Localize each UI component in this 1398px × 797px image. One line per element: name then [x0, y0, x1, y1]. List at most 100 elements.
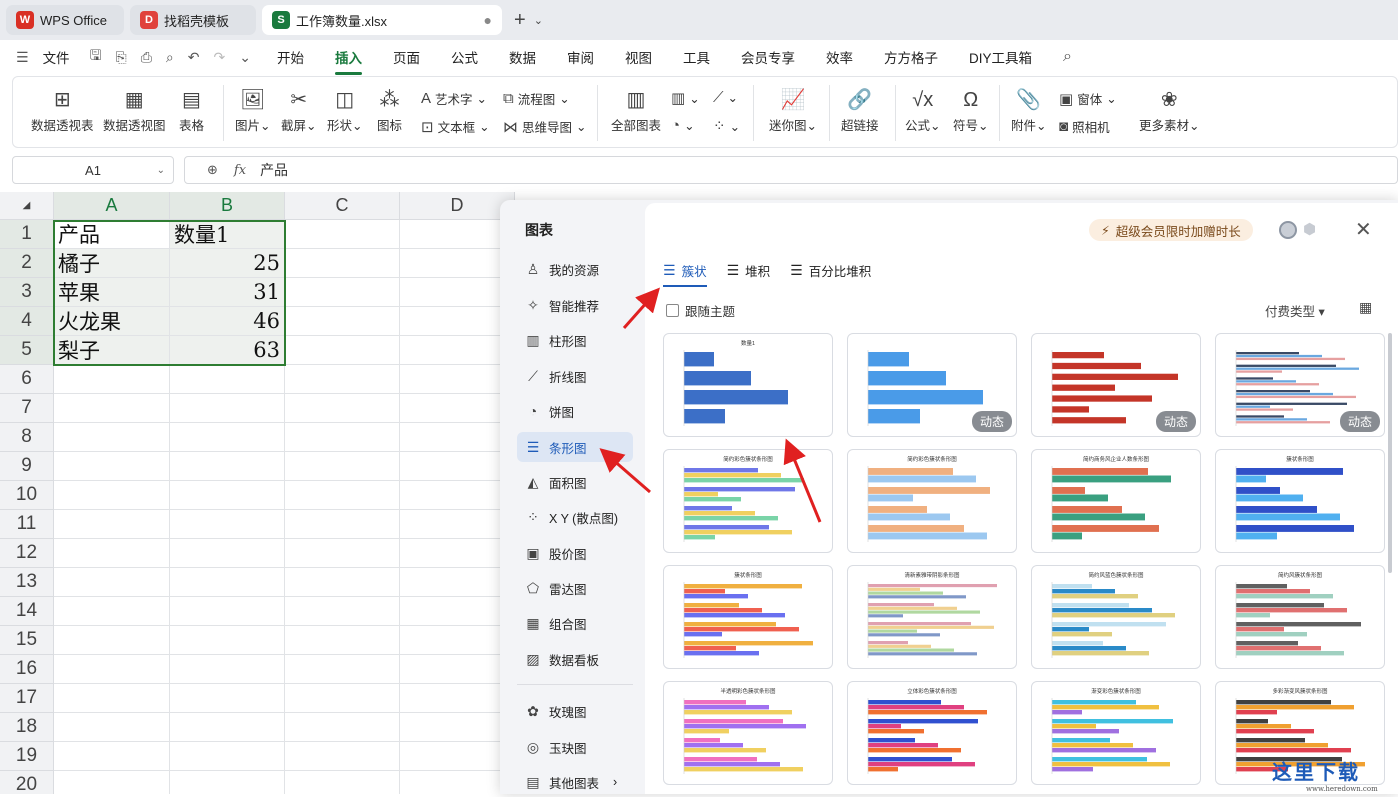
cell[interactable] — [54, 510, 170, 539]
category-item[interactable]: ▨ 数据看板 — [517, 644, 633, 674]
pie-chart-dropdown[interactable]: ◔ ⌄ — [671, 117, 695, 134]
category-item[interactable]: ♙ 我的资源 — [517, 254, 633, 284]
row-header[interactable]: 14 — [0, 597, 54, 626]
cell[interactable] — [170, 539, 285, 568]
cell[interactable]: 橘子 — [54, 249, 170, 278]
cell[interactable] — [54, 568, 170, 597]
cell[interactable] — [285, 394, 400, 423]
cell[interactable] — [54, 394, 170, 423]
tab-wps-office[interactable]: W WPS Office — [6, 5, 124, 35]
chart-template-thumb[interactable]: 半透明彩色簇状条形图 — [663, 681, 833, 785]
chart-template-thumb[interactable]: 动态 — [1031, 333, 1201, 437]
cell[interactable] — [170, 684, 285, 713]
tab-stacked[interactable]: ☰ 堆积 — [727, 261, 771, 280]
cell[interactable] — [285, 684, 400, 713]
follow-theme-checkbox[interactable]: 跟随主题 — [666, 301, 735, 320]
chart-template-thumb[interactable]: 简约风蓝色簇状条形图 — [1031, 565, 1201, 669]
pivot-table-button[interactable]: ⊞ 数据透视表 — [31, 85, 94, 134]
search-icon[interactable]: ⌕ — [1063, 48, 1072, 66]
cell[interactable] — [170, 423, 285, 452]
promo-badge[interactable]: ⚡ 超级会员限时加赠时长 — [1089, 219, 1253, 241]
cell[interactable]: 25 — [170, 249, 285, 278]
row-header[interactable]: 10 — [0, 481, 54, 510]
menu-tools[interactable]: 工具 — [683, 47, 710, 67]
avatar[interactable] — [1279, 221, 1297, 239]
attachment-button[interactable]: 📎 附件⌄ — [1011, 85, 1047, 134]
menu-data[interactable]: 数据 — [509, 47, 536, 67]
unsaved-dot-icon[interactable]: ● — [484, 12, 492, 28]
cell[interactable] — [400, 365, 515, 394]
cell[interactable] — [400, 481, 515, 510]
scatter-chart-dropdown[interactable]: ⁘ ⌄ — [713, 117, 740, 135]
cell[interactable] — [285, 568, 400, 597]
cell[interactable] — [285, 655, 400, 684]
formula-value[interactable]: 产品 — [260, 160, 288, 180]
column-header-c[interactable]: C — [285, 192, 400, 220]
cell[interactable]: 63 — [170, 336, 285, 365]
menu-page[interactable]: 页面 — [393, 47, 420, 67]
chart-template-thumb[interactable]: 动态 — [1215, 333, 1385, 437]
cell[interactable] — [400, 626, 515, 655]
cell[interactable] — [400, 423, 515, 452]
chart-template-thumb[interactable]: 动态 — [847, 333, 1017, 437]
tab-docer[interactable]: D 找稻壳模板 — [130, 5, 256, 35]
cell[interactable] — [285, 452, 400, 481]
cell[interactable] — [400, 452, 515, 481]
cell[interactable] — [285, 365, 400, 394]
cell[interactable] — [400, 336, 515, 365]
select-all-corner[interactable]: ◢ — [0, 192, 54, 220]
category-item[interactable]: ◔ 饼图 — [517, 396, 633, 426]
cell[interactable] — [54, 684, 170, 713]
category-item[interactable]: ✿ 玫瑰图 — [517, 696, 633, 726]
wordart-button[interactable]: A 艺术字 ⌄ — [421, 89, 487, 108]
all-charts-button[interactable]: ▥ 全部图表 — [611, 85, 661, 134]
cell[interactable] — [400, 568, 515, 597]
menu-member[interactable]: 会员专享 — [741, 47, 795, 67]
new-tab-plus-icon[interactable]: + — [514, 9, 526, 32]
screenshot-button[interactable]: ✂ 截屏⌄ — [281, 85, 317, 134]
hyperlink-button[interactable]: 🔗 超链接 — [841, 85, 879, 134]
row-header[interactable]: 11 — [0, 510, 54, 539]
chart-template-thumb[interactable]: 簇状条形图 — [1215, 449, 1385, 553]
chart-template-thumb[interactable]: 簇状条形图 — [663, 565, 833, 669]
menu-efficiency[interactable]: 效率 — [826, 47, 853, 67]
cell[interactable] — [400, 684, 515, 713]
row-header[interactable]: 2 — [0, 249, 54, 278]
mindmap-button[interactable]: ⋈ 思维导图 ⌄ — [503, 117, 587, 136]
category-item[interactable]: ◎ 玉玦图 — [517, 732, 633, 762]
row-header[interactable]: 3 — [0, 278, 54, 307]
chart-template-thumb[interactable]: 简约彩色簇状条形图 — [663, 449, 833, 553]
row-header[interactable]: 9 — [0, 452, 54, 481]
cell[interactable] — [400, 278, 515, 307]
chart-template-thumb[interactable]: 立体彩色簇状条形图 — [847, 681, 1017, 785]
row-header[interactable]: 17 — [0, 684, 54, 713]
symbol-button[interactable]: Ω 符号⌄ — [953, 85, 989, 134]
cell[interactable] — [170, 568, 285, 597]
cell[interactable]: 梨子 — [54, 336, 170, 365]
row-header[interactable]: 18 — [0, 713, 54, 742]
menu-formula[interactable]: 公式 — [451, 47, 478, 67]
row-header[interactable]: 4 — [0, 307, 54, 336]
line-chart-dropdown[interactable]: ⟋ ⌄ — [713, 89, 738, 106]
row-header[interactable]: 12 — [0, 539, 54, 568]
shape-button[interactable]: ◫ 形状⌄ — [327, 85, 363, 134]
close-icon[interactable]: ✕ — [1355, 217, 1372, 242]
cell[interactable] — [170, 771, 285, 794]
cell[interactable] — [54, 655, 170, 684]
category-item[interactable]: ▤ 其他图表 › — [517, 767, 633, 797]
cell[interactable] — [400, 539, 515, 568]
tab-clustered[interactable]: ☰ 簇状 — [663, 261, 707, 287]
cell[interactable] — [285, 220, 400, 249]
cell[interactable]: 火龙果 — [54, 307, 170, 336]
picture-button[interactable]: 🖼 图片⌄ — [235, 85, 271, 134]
cell[interactable] — [54, 365, 170, 394]
formula-button[interactable]: √x 公式⌄ — [905, 85, 941, 134]
form-button[interactable]: ▣ 窗体 ⌄ — [1059, 89, 1117, 108]
row-header[interactable]: 15 — [0, 626, 54, 655]
cell[interactable] — [54, 539, 170, 568]
cell[interactable] — [54, 423, 170, 452]
chart-template-thumb[interactable]: 渐变彩色簇状条形图 — [1031, 681, 1201, 785]
cell[interactable] — [54, 481, 170, 510]
row-header[interactable]: 8 — [0, 423, 54, 452]
column-header-a[interactable]: A — [54, 192, 170, 220]
